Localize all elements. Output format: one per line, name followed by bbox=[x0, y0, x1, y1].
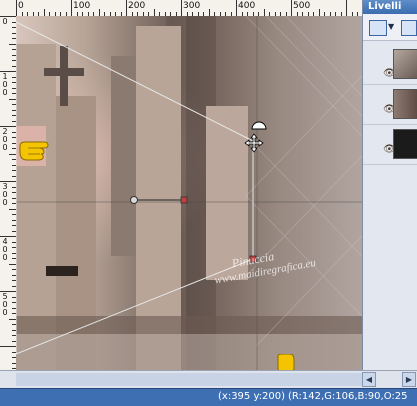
ruler-tick bbox=[291, 0, 292, 16]
layer-thumbnail bbox=[393, 89, 417, 119]
layers-panel-title: Livelli bbox=[363, 0, 417, 14]
dropdown-arrow-icon[interactable]: ▼ bbox=[388, 22, 394, 31]
ruler-tick bbox=[0, 346, 16, 347]
cross-horizontal-bar bbox=[44, 68, 84, 76]
cursor-coordinates: (x:395 y:200) bbox=[218, 391, 286, 402]
ruler-label: 500 bbox=[293, 1, 311, 11]
ruler-label: 0 bbox=[18, 1, 24, 11]
layer-thumbnail bbox=[393, 129, 417, 159]
rotate-handle-icon[interactable] bbox=[250, 118, 268, 130]
canvas-artwork bbox=[16, 16, 362, 370]
dark-stripe bbox=[46, 266, 78, 276]
horizontal-scrollbar[interactable]: ◀ ▶ bbox=[0, 370, 417, 389]
layer-thumbnail bbox=[393, 49, 417, 79]
ruler-tick bbox=[9, 98, 16, 100]
grey-column bbox=[111, 56, 136, 256]
ruler-label: 100 bbox=[73, 1, 91, 11]
ruler-label: 0 bbox=[2, 17, 8, 26]
bottom-band-dark bbox=[16, 316, 362, 334]
layers-toolbar: ▼ bbox=[363, 14, 417, 41]
layers-panel: Livelli ▼ 👁 👁 👁 bbox=[362, 0, 417, 370]
ruler-tick bbox=[9, 318, 16, 320]
ruler-label: 1 0 0 bbox=[2, 72, 8, 97]
ruler-tick bbox=[9, 153, 16, 155]
ruler-tick bbox=[9, 43, 16, 45]
ruler-label: 300 bbox=[183, 1, 201, 11]
pixel-color-info: (R:142,G:106,B:90,O:25 bbox=[288, 391, 408, 402]
ruler-tick bbox=[126, 0, 127, 16]
ruler-label: 3 0 0 bbox=[2, 182, 8, 207]
bottom-band-light bbox=[16, 334, 362, 370]
rotation-handle[interactable] bbox=[180, 196, 188, 204]
ruler-tick bbox=[43, 9, 45, 16]
ruler-tick bbox=[98, 9, 100, 16]
image-canvas[interactable]: Pinuccia www.maidiregrafica.eu bbox=[16, 16, 362, 370]
ruler-tick bbox=[236, 0, 237, 16]
ruler-label: 4 0 0 bbox=[2, 237, 8, 262]
paint-shop-app: 0 100 200 300 400 500 0 1 0 0 2 0 0 3 0 0 4 0 0 5 … bbox=[0, 0, 417, 406]
pivot-point[interactable] bbox=[130, 196, 138, 204]
ruler-label: 400 bbox=[238, 1, 256, 11]
ruler-tick bbox=[71, 0, 72, 16]
layer-row[interactable]: 👁 bbox=[363, 124, 417, 165]
scrollbar-track[interactable] bbox=[16, 373, 362, 386]
scroll-left-button[interactable]: ◀ bbox=[362, 372, 376, 387]
scroll-right-button[interactable]: ▶ bbox=[402, 372, 416, 387]
new-layer-button[interactable] bbox=[369, 20, 387, 36]
horizontal-ruler: 0 100 200 300 400 500 bbox=[0, 0, 362, 17]
ruler-tick bbox=[346, 0, 347, 16]
ruler-tick bbox=[181, 0, 182, 16]
ruler-tick bbox=[9, 208, 16, 210]
ruler-tick bbox=[263, 9, 265, 16]
ruler-tick bbox=[16, 0, 17, 16]
pointing-hand-icon bbox=[18, 140, 58, 162]
layer-row[interactable]: 👁 bbox=[363, 44, 417, 85]
vertical-ruler: 0 1 0 0 2 0 0 3 0 0 4 0 0 5 0 0 bbox=[0, 16, 17, 370]
ruler-label: 200 bbox=[128, 1, 146, 11]
status-bar: (x:395 y:200) (R:142,G:106,B:90,O:25 bbox=[0, 388, 417, 406]
ruler-tick bbox=[9, 263, 16, 265]
layer-row[interactable]: 👁 bbox=[363, 84, 417, 125]
ruler-label: 5 0 0 bbox=[2, 292, 8, 317]
ruler-tick bbox=[208, 9, 210, 16]
layer-properties-button[interactable] bbox=[401, 20, 417, 36]
move-cursor-icon[interactable] bbox=[244, 133, 264, 153]
pointing-hand-down-icon bbox=[274, 354, 296, 370]
ruler-tick bbox=[153, 9, 155, 16]
ruler-label: 2 0 0 bbox=[2, 127, 8, 152]
ruler-tick bbox=[318, 9, 320, 16]
